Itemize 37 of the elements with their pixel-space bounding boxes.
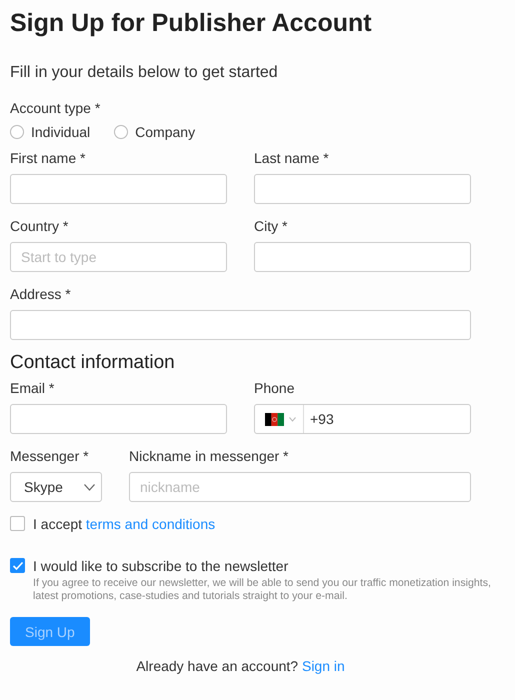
input-field[interactable] — [10, 404, 227, 434]
field-label: Email * — [10, 380, 56, 396]
field-label: Messenger * — [10, 448, 90, 464]
caret-icon — [289, 416, 296, 422]
field-label: Account type * — [10, 100, 102, 116]
section-heading: Contact information — [10, 352, 176, 374]
field-label: City * — [254, 218, 288, 234]
checkbox-label: I accept — [33, 516, 82, 532]
field-label: Phone — [254, 380, 296, 396]
radio-button[interactable] — [114, 125, 128, 139]
sign-in-link[interactable]: Sign in — [302, 658, 345, 674]
checkbox-label: I would like to subscribe to the newsletter — [33, 558, 290, 574]
radio-label: Individual — [31, 124, 90, 140]
checkbox[interactable] — [10, 558, 25, 573]
field-label: Last name * — [254, 150, 330, 166]
field-label: Address * — [10, 286, 72, 302]
signin-prompt: Already have an account? — [136, 658, 298, 674]
subtitle: Fill in your details below to get started — [10, 64, 279, 82]
flag-icon — [265, 412, 284, 426]
input-field[interactable] — [10, 174, 227, 204]
phone-field[interactable]: +93 — [254, 404, 471, 434]
input-field[interactable] — [10, 310, 471, 340]
terms-link[interactable]: terms and conditions — [86, 516, 216, 532]
field-label: First name * — [10, 150, 86, 166]
radio-label: Company — [135, 124, 196, 140]
input-field[interactable] — [254, 174, 471, 204]
input-field[interactable]: Start to type — [10, 242, 227, 272]
input-field[interactable] — [254, 242, 471, 272]
field-label: Nickname in messenger * — [129, 448, 290, 464]
input-field[interactable]: nickname — [129, 472, 471, 502]
messenger-dropdown[interactable]: Skype — [10, 472, 102, 502]
checkbox[interactable] — [10, 516, 25, 531]
field-label: Country * — [10, 218, 70, 234]
radio-button[interactable] — [10, 125, 24, 139]
newsletter-description: If you agree to receive our newsletter, we will be able to send you our traffic monetization insights, latest promotions, case-studies and tutorials straight to your e-mail. — [33, 577, 492, 603]
page-title: Sign Up for Publisher Account — [10, 8, 373, 39]
chevron-icon — [84, 484, 95, 490]
